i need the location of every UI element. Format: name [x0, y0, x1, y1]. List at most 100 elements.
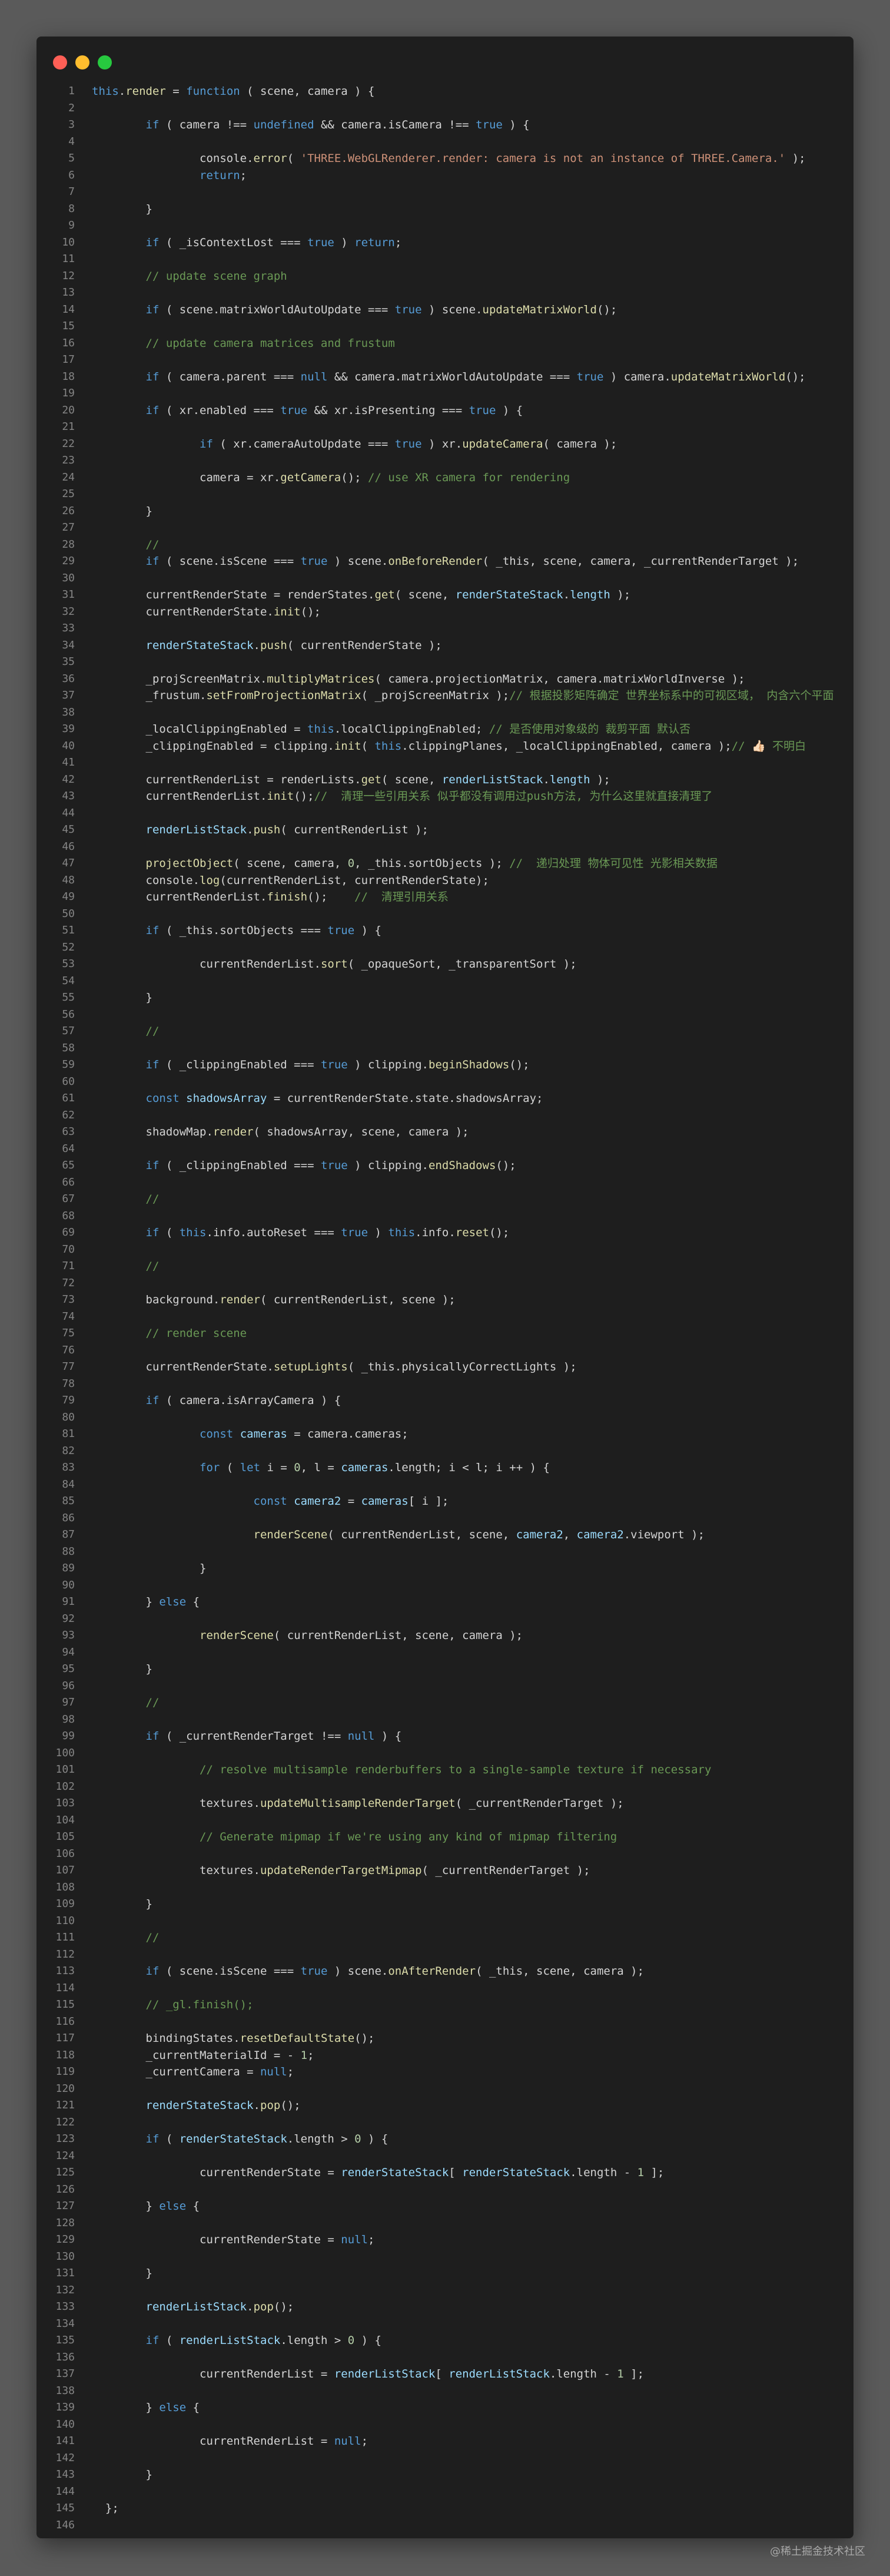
code-line: 76 — [36, 1342, 854, 1359]
line-number: 76 — [62, 1343, 75, 1356]
code-token: ( camera.isArrayCamera ) { — [159, 1394, 341, 1407]
code-token: null — [341, 2233, 368, 2246]
code-token: ( currentRenderList ); — [280, 823, 429, 836]
code-token: ); — [610, 588, 631, 601]
code-text: // _gl.finish(); — [92, 1996, 254, 2014]
code-token: 0 — [347, 857, 355, 870]
code-token: (); — [341, 471, 368, 484]
code-line: 104 — [36, 1812, 854, 1829]
code-line: 44 — [36, 805, 854, 822]
code-token: currentRenderList. — [92, 890, 267, 903]
code-text: } — [92, 503, 152, 520]
code-token: ) — [368, 1226, 388, 1239]
code-line: 45 renderListStack.push( currentRenderLi… — [36, 822, 854, 839]
code-token: init — [273, 605, 301, 618]
line-number: 65 — [62, 1159, 75, 1171]
code-line: 60 — [36, 1074, 854, 1091]
code-line: 89 } — [36, 1560, 854, 1577]
code-token: currentRenderState = — [92, 2233, 341, 2246]
code-line: 109 } — [36, 1896, 854, 1913]
line-number: 82 — [62, 1444, 75, 1457]
line-number: 134 — [55, 2317, 75, 2330]
code-token: .length; i < l; i ++ ) { — [388, 1461, 550, 1474]
line-number: 47 — [62, 857, 75, 869]
code-token: { — [186, 1595, 200, 1608]
code-token: textures. — [92, 1864, 260, 1877]
code-text: console.log(currentRenderList, currentRe… — [92, 872, 489, 889]
close-button[interactable] — [53, 55, 67, 69]
code-token: i = — [260, 1461, 294, 1474]
line-number: 18 — [62, 370, 75, 383]
code-line: 79 if ( camera.isArrayCamera ) { — [36, 1392, 854, 1409]
code-text: const shadowsArray = currentRenderState.… — [92, 1090, 543, 1107]
code-token: currentRenderList. — [92, 958, 321, 971]
code-text: return; — [92, 167, 247, 184]
code-token: true — [469, 403, 496, 417]
code-line: 33 — [36, 620, 854, 637]
line-number: 115 — [55, 1998, 75, 2011]
watermark: @稀土掘金技术社区 — [770, 2545, 865, 2558]
minimize-button[interactable] — [75, 55, 89, 69]
code-line: 135 if ( renderListStack.length > 0 ) { — [36, 2332, 854, 2349]
code-token: // — [145, 1193, 160, 1206]
code-token: // resolve multisample renderbuffers to … — [200, 1763, 712, 1776]
code-token: // update camera matrices and frustum — [145, 336, 395, 350]
line-number: 36 — [62, 672, 75, 685]
code-line: 17 — [36, 352, 854, 369]
code-line: 112 — [36, 1946, 854, 1964]
code-token: // — [145, 538, 160, 551]
code-text: if ( camera.isArrayCamera ) { — [92, 1392, 341, 1409]
line-number: 71 — [62, 1260, 75, 1272]
code-line: 107 textures.updateRenderTargetMipmap( _… — [36, 1862, 854, 1879]
code-token: ( xr.cameraAutoUpdate === — [212, 437, 395, 451]
code-token: get — [374, 588, 395, 601]
code-text: currentRenderList = renderListStack[ ren… — [92, 2366, 644, 2383]
code-text: renderStateStack.push( currentRenderStat… — [92, 637, 442, 654]
code-text: console.error( 'THREE.WebGLRenderer.rend… — [92, 150, 806, 167]
code-token: // update scene graph — [145, 269, 287, 283]
code-token: . — [247, 823, 254, 836]
code-line: 93 renderScene( currentRenderList, scene… — [36, 1627, 854, 1644]
code-line: 95 } — [36, 1661, 854, 1678]
code-line: 143 } — [36, 2466, 854, 2484]
line-number: 73 — [62, 1293, 75, 1306]
code-line: 28 // — [36, 537, 854, 554]
code-token: ) { — [361, 2133, 388, 2145]
code-token: null — [347, 1730, 375, 1743]
line-number: 49 — [62, 890, 75, 903]
code-token: ( — [159, 2133, 180, 2145]
line-number: 15 — [62, 320, 75, 332]
code-line: 50 — [36, 906, 854, 923]
code-token: true — [327, 924, 355, 937]
code-token: ) scene. — [327, 1965, 388, 1978]
code-editor[interactable]: 1 this.render = function ( scene, camera … — [36, 83, 854, 2534]
code-token: ) { — [354, 2334, 381, 2347]
code-line: 25 — [36, 486, 854, 503]
code-token: renderStateStack — [462, 2166, 570, 2179]
code-text: currentRenderState = renderStateStack[ r… — [92, 2164, 664, 2181]
code-token: bindingStates. — [92, 2032, 240, 2045]
code-token: ( scene.isScene === — [159, 555, 301, 568]
code-text: if ( this.info.autoReset === true ) this… — [92, 1224, 510, 1241]
code-token: init — [267, 790, 294, 803]
line-number: 94 — [62, 1645, 75, 1658]
maximize-button[interactable] — [98, 55, 112, 69]
code-token: } — [92, 1562, 207, 1575]
code-text: _currentMaterialId = - 1; — [92, 2047, 314, 2064]
code-token: ) scene. — [421, 303, 483, 316]
code-token: error — [253, 152, 287, 165]
code-line: 10 if ( _isContextLost === true ) return… — [36, 234, 854, 251]
code-token: // _gl.finish(); — [145, 1998, 254, 2011]
code-token: if — [145, 370, 160, 383]
code-text: if ( _clippingEnabled === true ) clippin… — [92, 1057, 530, 1074]
line-number: 99 — [62, 1730, 75, 1742]
code-token: _projScreenMatrix. — [92, 672, 267, 686]
